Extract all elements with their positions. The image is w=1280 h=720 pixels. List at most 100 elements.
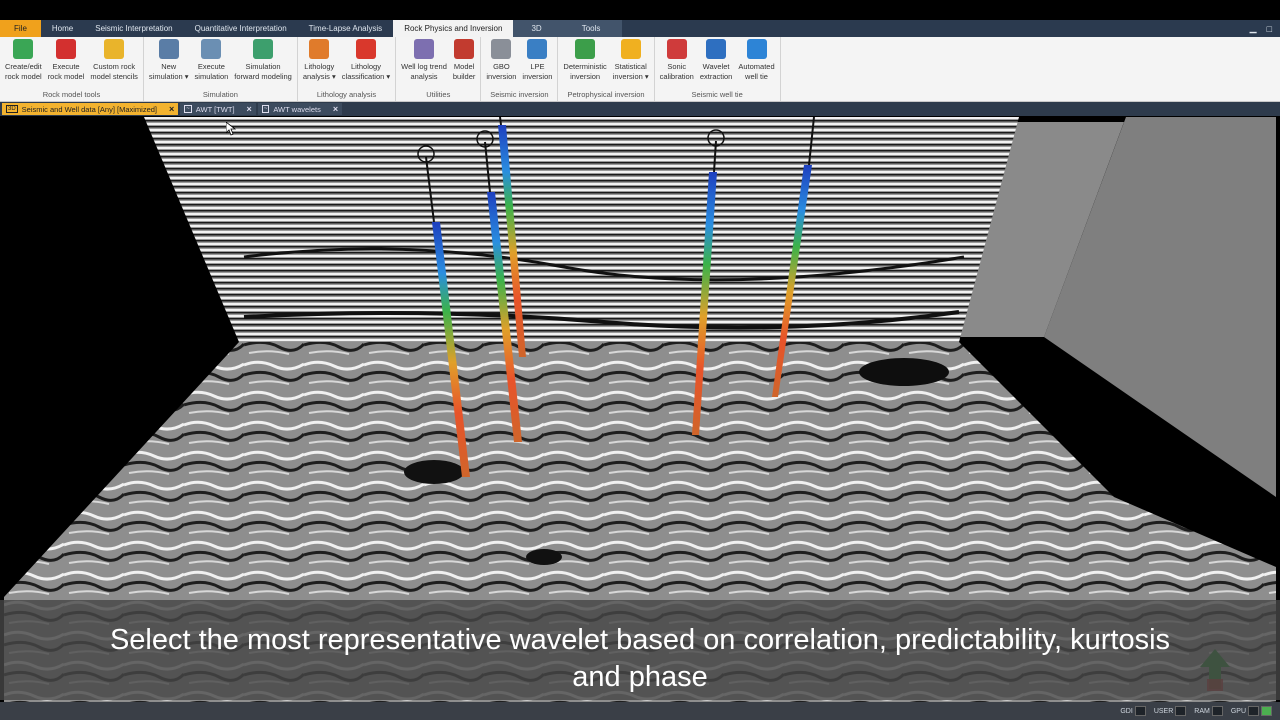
lithology-analysis-button[interactable]: Lithology analysis ▾	[300, 37, 339, 90]
tab-home[interactable]: Home	[41, 20, 84, 37]
ribbon-group-label: Utilities	[426, 90, 451, 99]
tab-file[interactable]: File	[0, 20, 41, 37]
gbo-inversion-icon	[491, 39, 512, 59]
ram-meter-icon	[1211, 706, 1223, 716]
caption-text: Select the most representative wavelet b…	[40, 622, 1240, 696]
lithology-classification-button[interactable]: Lithology classification ▾	[339, 37, 393, 90]
ribbon: Create/edit rock model Execute rock model Cu…	[0, 37, 1280, 102]
amplitude-anomaly	[404, 460, 464, 484]
statistical-inversion-icon	[620, 39, 641, 59]
stencil-icon	[104, 39, 125, 59]
ribbon-button-label: Custom rock model stencils	[90, 62, 138, 82]
deterministic-inversion-button[interactable]: Deterministic inversion	[560, 37, 609, 90]
close-icon[interactable]: ×	[169, 104, 174, 114]
status-ram: RAM	[1192, 705, 1225, 717]
ribbon-button-label: Execute rock model	[48, 62, 85, 82]
tab-rock-physics-and-inversion[interactable]: Rock Physics and Inversion	[393, 20, 514, 37]
label-line-2: rock model	[47, 72, 85, 81]
label-line-2: rock model	[5, 72, 42, 81]
maximize-icon[interactable]: □	[1267, 24, 1272, 34]
well-log-trend-analysis-button[interactable]: Well log trend analysis	[398, 37, 450, 90]
ribbon-tab-bar: File Home Seismic Interpretation Quantit…	[0, 20, 1280, 37]
lithology-classification-icon	[355, 39, 376, 59]
label-line-1: GBO	[493, 62, 510, 71]
caption-line-1: Select the most representative wavelet b…	[109, 624, 1171, 656]
label-line-2: calibration	[659, 72, 694, 81]
ribbon-button-label: Create/edit rock model	[5, 62, 42, 82]
wavelet-extraction-button[interactable]: Wavelet extraction	[697, 37, 736, 90]
label-line-2: builder	[452, 72, 476, 81]
statistical-inversion-button[interactable]: Statistical inversion ▾	[610, 37, 652, 90]
tab-3d[interactable]: 3D	[513, 20, 560, 37]
ribbon-group-buttons: Create/edit rock model Execute rock model Cu…	[2, 37, 141, 90]
ribbon-group-buttons: New simulation ▾ Execute simulation Simulati…	[146, 37, 295, 90]
tab-time-lapse-analysis[interactable]: Time-Lapse Analysis	[298, 20, 394, 37]
ribbon-button-label: Statistical inversion ▾	[613, 62, 649, 82]
ribbon-button-label: New simulation ▾	[149, 62, 189, 82]
automated-well-tie-icon	[746, 39, 767, 59]
label-line-2: extraction	[699, 72, 733, 81]
simulation-forward-modeling-button[interactable]: Simulation forward modeling	[231, 37, 295, 90]
label-line-2: simulation	[194, 72, 229, 81]
model-builder-button[interactable]: Model builder	[450, 37, 479, 90]
lpe-inversion-button[interactable]: LPE inversion	[519, 37, 555, 90]
tab-seismic-interpretation[interactable]: Seismic Interpretation	[84, 20, 183, 37]
ribbon-button-label: Simulation forward modeling	[234, 62, 292, 82]
rock-model-edit-icon	[13, 39, 34, 59]
doc-tab-seismic-well-data[interactable]: 3D Seismic and Well data [Any] [Maximize…	[2, 103, 179, 115]
execute-simulation-button[interactable]: Execute simulation	[192, 37, 232, 90]
label-line-1: Statistical	[614, 62, 647, 71]
label-line-1: Lithology	[350, 62, 381, 71]
ribbon-button-label: Automated well tie	[738, 62, 774, 82]
gpu-meter-icon	[1248, 706, 1259, 716]
ribbon-group-lithology-analysis: Lithology analysis ▾ Lithology classificati…	[298, 37, 397, 101]
ribbon-group-simulation: New simulation ▾ Execute simulation Simulati…	[144, 37, 298, 101]
automated-well-tie-button[interactable]: Automated well tie	[735, 37, 777, 90]
label-line-1: Simulation	[245, 62, 281, 71]
tab-quantitative-interpretation[interactable]: Quantitative Interpretation	[184, 20, 298, 37]
ribbon-button-label: GBO inversion	[486, 62, 516, 82]
doc-tab-label: AWT wavelets	[273, 104, 321, 114]
ribbon-group-label: Seismic inversion	[490, 90, 549, 99]
close-icon[interactable]: ×	[333, 104, 338, 114]
lithology-analysis-icon	[309, 39, 330, 59]
label-line-1: Sonic	[667, 62, 687, 71]
label-line-1: LPE	[530, 62, 545, 71]
tab-tools[interactable]: Tools	[559, 20, 623, 37]
ribbon-group-buttons: Deterministic inversion Statistical inversi…	[560, 37, 651, 90]
ribbon-button-label: Model builder	[453, 62, 476, 82]
gpu-status-icon	[1261, 706, 1272, 716]
ribbon-button-label: Sonic calibration	[660, 62, 694, 82]
execute-rock-model-button[interactable]: Execute rock model	[45, 37, 88, 90]
gbo-inversion-button[interactable]: GBO inversion	[483, 37, 519, 90]
label-line-2: well tie	[745, 72, 768, 81]
execute-simulation-icon	[201, 39, 222, 59]
document-tab-bar: 3D Seismic and Well data [Any] [Maximize…	[0, 102, 1280, 116]
ribbon-group-buttons: Lithology analysis ▾ Lithology classificati…	[300, 37, 393, 90]
lpe-inversion-icon	[527, 39, 548, 59]
minimize-icon[interactable]: ▁	[1250, 23, 1257, 34]
ribbon-button-label: Well log trend analysis	[401, 62, 447, 82]
ribbon-group-buttons: Sonic calibration Wavelet extraction Automat…	[657, 37, 778, 90]
status-bar: GDI USER RAM GPU	[0, 702, 1280, 720]
label-line-2: forward modeling	[234, 72, 292, 81]
label-line-1: Lithology	[304, 62, 335, 71]
doc-tab-awt-twt[interactable]: ~ AWT [TWT] ×	[180, 103, 256, 115]
ribbon-group-seismic-well-tie: Sonic calibration Wavelet extraction Automat…	[655, 37, 781, 101]
label-line-2: analysis	[410, 72, 438, 81]
window-controls: ▁ □	[1250, 20, 1280, 37]
label-line-1: Create/edit	[5, 62, 42, 71]
new-simulation-button[interactable]: New simulation ▾	[146, 37, 192, 90]
label-line-2: model stencils	[90, 72, 138, 81]
well-path	[499, 117, 502, 126]
ribbon-group-label: Simulation	[202, 90, 238, 99]
sonic-calibration-button[interactable]: Sonic calibration	[657, 37, 697, 90]
ribbon-group-buttons: GBO inversion LPE inversion	[483, 37, 555, 90]
label-line-2: classification ▾	[341, 72, 391, 81]
plot-view-icon: ~	[184, 105, 192, 113]
close-icon[interactable]: ×	[247, 104, 252, 114]
create-edit-rock-model-button[interactable]: Create/edit rock model	[2, 37, 45, 90]
forward-modeling-icon	[253, 39, 274, 59]
custom-rock-model-stencils-button[interactable]: Custom rock model stencils	[87, 37, 141, 90]
doc-tab-awt-wavelets[interactable]: ~ AWT wavelets ×	[257, 103, 343, 115]
